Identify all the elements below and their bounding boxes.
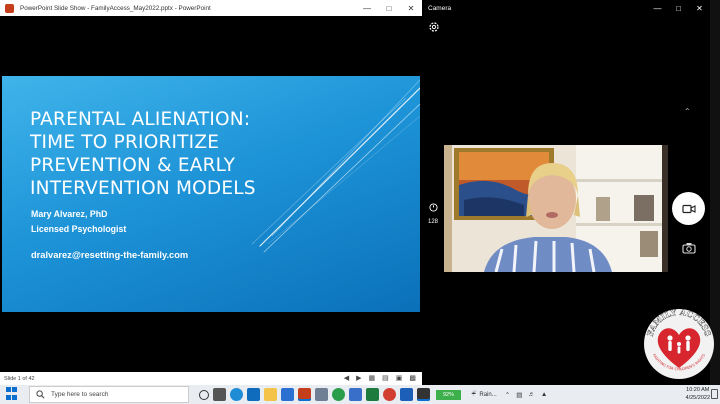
file-explorer-icon[interactable] bbox=[264, 388, 277, 401]
powerpoint-window-controls: — □ ✕ bbox=[356, 0, 422, 16]
video-camera-icon bbox=[681, 204, 696, 213]
slide-title-line: INTERVENTION MODELS bbox=[30, 178, 256, 199]
chrome-icon[interactable] bbox=[383, 388, 396, 401]
weather-text: Rain... bbox=[479, 391, 497, 398]
edge-icon[interactable] bbox=[230, 388, 243, 401]
close-icon[interactable]: ✕ bbox=[689, 0, 710, 16]
slide-title-line: TIME TO PRIORITIZE bbox=[30, 132, 220, 153]
slide-email: dralvarez@resetting-the-family.com bbox=[31, 250, 189, 260]
notification-icon[interactable] bbox=[711, 389, 718, 399]
slide-title-line: PREVENTION & EARLY bbox=[30, 155, 236, 176]
volume-icon[interactable]: ♬ bbox=[528, 391, 535, 398]
system-tray: ⌃ ▤ ♬ ▲ bbox=[505, 391, 548, 399]
outlook-icon[interactable] bbox=[281, 388, 294, 401]
powerpoint-app-icon bbox=[5, 3, 14, 13]
app-icon[interactable] bbox=[349, 388, 362, 401]
minimize-icon[interactable]: — bbox=[647, 0, 668, 16]
weather-widget[interactable]: ☔ Rain... bbox=[471, 391, 497, 399]
reading-view-icon[interactable]: ▤ bbox=[382, 374, 389, 382]
chevron-up-icon[interactable]: ⌃ bbox=[684, 107, 691, 116]
slide-role: Licensed Psychologist bbox=[31, 224, 127, 234]
camera-window-controls: — □ ✕ bbox=[647, 0, 710, 16]
camera-window-title: Camera bbox=[428, 4, 452, 12]
presentation-slide[interactable]: PARENTAL ALIENATION: TIME TO PRIORITIZE … bbox=[2, 76, 420, 312]
powerpoint-titlebar[interactable]: PowerPoint Slide Show - FamilyAccess_May… bbox=[0, 0, 422, 16]
search-icon bbox=[36, 390, 45, 399]
task-view-icon[interactable] bbox=[213, 388, 226, 401]
windows-start-icon[interactable] bbox=[6, 387, 21, 402]
previous-slide-icon[interactable]: ◀ bbox=[344, 374, 349, 382]
photo-timer[interactable]: 128 bbox=[426, 199, 440, 225]
wifi-icon[interactable]: ▲ bbox=[541, 391, 547, 398]
webcam-feed bbox=[444, 145, 668, 272]
clock-date: 4/25/2022 bbox=[685, 395, 710, 401]
taskbar-clock[interactable]: 10:20 AM 4/25/2022 bbox=[686, 386, 710, 402]
clock-time: 10:20 AM bbox=[686, 387, 710, 393]
close-icon[interactable]: ✕ bbox=[400, 0, 422, 16]
camera-titlebar[interactable]: Camera — □ ✕ bbox=[422, 0, 710, 16]
timer-icon bbox=[428, 203, 438, 212]
slideshow-statusbar: Slide 1 of 42 ◀ ▶ ▦ ▤ ▣ ▩ bbox=[0, 372, 422, 385]
app-icon[interactable] bbox=[315, 388, 328, 401]
chrome-icon[interactable] bbox=[332, 388, 345, 401]
slideshow-controls: ◀ ▶ ▦ ▤ ▣ ▩ bbox=[344, 374, 416, 382]
slide-author: Mary Alvarez, PhD bbox=[31, 209, 108, 219]
slideshow-view-icon[interactable]: ▩ bbox=[409, 374, 416, 382]
powerpoint-window: PowerPoint Slide Show - FamilyAccess_May… bbox=[0, 0, 422, 385]
word-icon[interactable] bbox=[400, 388, 413, 401]
slide-sorter-icon[interactable]: ▦ bbox=[369, 374, 376, 382]
record-video-button[interactable] bbox=[672, 192, 705, 225]
next-slide-icon[interactable]: ▶ bbox=[356, 374, 361, 382]
cortana-icon[interactable] bbox=[199, 389, 209, 400]
battery-badge: 92% bbox=[436, 389, 461, 400]
slide-title-line: PARENTAL ALIENATION: bbox=[30, 109, 251, 130]
powerpoint-taskbar-icon[interactable] bbox=[298, 388, 311, 401]
taskbar-apps bbox=[199, 388, 430, 401]
camera-preview bbox=[444, 145, 668, 272]
desktop: PowerPoint Slide Show - FamilyAccess_May… bbox=[0, 0, 720, 404]
powerpoint-window-title: PowerPoint Slide Show - FamilyAccess_May… bbox=[20, 4, 211, 12]
rain-icon: ☔ bbox=[471, 392, 477, 398]
slide-counter: Slide 1 of 42 bbox=[4, 375, 35, 382]
taskbar: Type here to search 92% ☔ Rain... ⌃ ▤ ♬ … bbox=[0, 385, 720, 404]
slide-title: PARENTAL ALIENATION: TIME TO PRIORITIZE … bbox=[30, 108, 360, 200]
lync-icon[interactable] bbox=[247, 388, 260, 401]
family-access-logo: FAMILY ACCESS FIGHTING FOR CHILDREN'S RI… bbox=[644, 307, 714, 379]
minimize-icon[interactable]: — bbox=[356, 0, 378, 16]
timer-value: 128 bbox=[427, 219, 438, 225]
excel-icon[interactable] bbox=[366, 388, 379, 401]
maximize-icon[interactable]: □ bbox=[378, 0, 400, 16]
taskbar-search-box[interactable]: Type here to search bbox=[29, 386, 189, 403]
camera-icon[interactable] bbox=[682, 242, 696, 254]
maximize-icon[interactable]: □ bbox=[668, 0, 689, 16]
camera-taskbar-icon[interactable] bbox=[417, 388, 430, 401]
network-icon[interactable]: ▤ bbox=[516, 391, 522, 399]
search-placeholder: Type here to search bbox=[51, 391, 109, 398]
gear-icon[interactable] bbox=[428, 21, 440, 33]
normal-view-icon[interactable]: ▣ bbox=[396, 374, 403, 382]
chevron-up-icon[interactable]: ⌃ bbox=[505, 391, 510, 399]
